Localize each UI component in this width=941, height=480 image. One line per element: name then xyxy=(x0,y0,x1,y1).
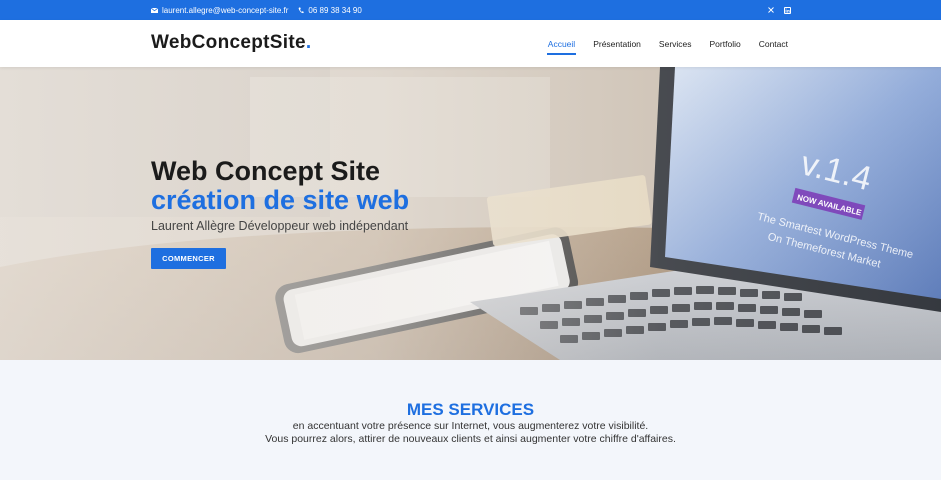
hero-subtitle: création de site web xyxy=(151,185,410,215)
nav-presentation[interactable]: Présentation xyxy=(592,35,642,53)
nav-services[interactable]: Services xyxy=(658,35,693,53)
laptop-screen-content: v.1.4 NOW AVAILABLE The Smartest WordPre… xyxy=(756,144,915,270)
services-text-line-2: Vous pourrez alors, attirer de nouveaux … xyxy=(265,433,676,445)
services-text-line-1: en accentuant votre présence sur Interne… xyxy=(292,420,649,432)
envelope-icon xyxy=(151,7,158,13)
start-button[interactable]: COMMENCER xyxy=(151,248,226,269)
site-logo[interactable]: WebConceptSite. xyxy=(151,32,311,54)
hero-title: Web Concept Site xyxy=(151,156,381,186)
social-x-icon[interactable] xyxy=(767,7,774,14)
contact-info: laurent.allegre@web-concept-site.fr 06 8… xyxy=(151,0,372,20)
top-bar: laurent.allegre@web-concept-site.fr 06 8… xyxy=(0,0,941,20)
hero-text-block: Web Concept Site création de site web La… xyxy=(151,156,410,234)
email-text: laurent.allegre@web-concept-site.fr xyxy=(162,5,289,15)
services-title: MES SERVICES xyxy=(406,400,535,419)
hero-description: Laurent Allègre Développeur web indépend… xyxy=(151,219,409,233)
nav-portfolio[interactable]: Portfolio xyxy=(709,35,742,53)
screen-version: v.1.4 xyxy=(797,144,875,198)
social-links xyxy=(767,0,791,20)
phone-link[interactable]: 06 89 38 34 90 xyxy=(298,5,362,15)
services-section: MES SERVICES en accentuant votre présenc… xyxy=(0,360,941,480)
nav-accueil[interactable]: Accueil xyxy=(546,35,577,55)
site-header: WebConceptSite. Accueil Présentation Ser… xyxy=(0,20,941,67)
hero-section: v.1.4 NOW AVAILABLE The Smartest WordPre… xyxy=(0,67,941,360)
nav-contact[interactable]: Contact xyxy=(758,35,789,53)
email-link[interactable]: laurent.allegre@web-concept-site.fr xyxy=(151,6,288,15)
linkedin-icon[interactable] xyxy=(784,6,791,14)
phone-text: 06 89 38 34 90 xyxy=(308,5,362,15)
main-nav: Accueil Présentation Services Portfolio … xyxy=(546,20,789,67)
phone-icon xyxy=(298,7,305,14)
